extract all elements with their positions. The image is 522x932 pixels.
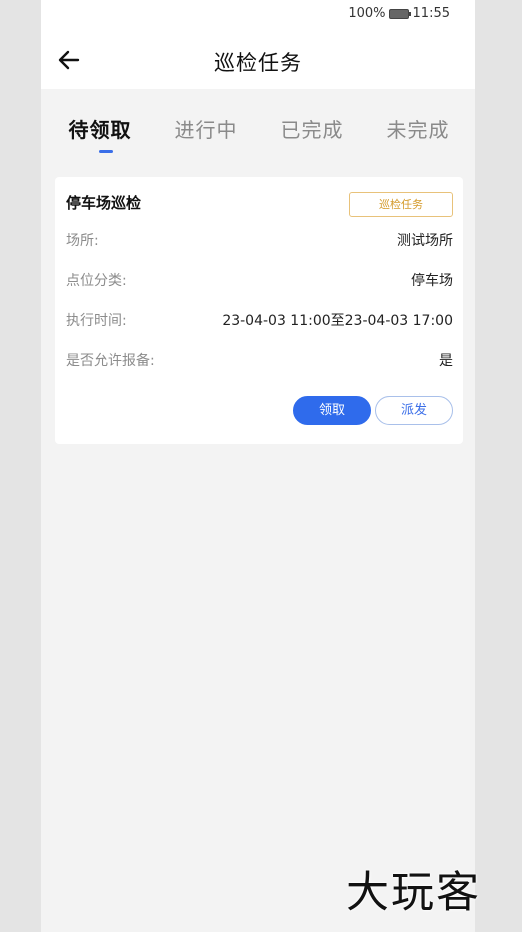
field-label: 是否允许报备: — [66, 353, 155, 369]
field-point-category: 点位分类: 停车场 — [66, 270, 453, 290]
battery-icon — [388, 8, 411, 19]
field-label: 执行时间: — [66, 313, 127, 329]
tab-label: 已完成 — [280, 118, 344, 142]
app-bar: 巡检任务 — [41, 30, 475, 89]
status-indicators: 100% 11:55 — [348, 6, 450, 21]
task-type-badge: 巡检任务 — [349, 192, 453, 217]
tab-label: 待领取 — [68, 118, 132, 142]
battery-percent: 100% — [348, 6, 386, 21]
claim-button[interactable]: 领取 — [293, 396, 371, 425]
task-title: 停车场巡检 — [66, 194, 142, 212]
tab-incomplete[interactable]: 未完成 — [365, 90, 471, 160]
field-value: 是 — [439, 353, 453, 369]
field-label: 场所: — [66, 233, 99, 249]
tab-label: 未完成 — [386, 118, 450, 142]
status-bar: 100% 11:55 — [41, 0, 475, 30]
field-value: 23-04-03 11:00至23-04-03 17:00 — [222, 313, 453, 329]
field-value: 停车场 — [411, 273, 453, 289]
phone-screen: 100% 11:55 巡检任务 待领取 进行中 已完成 未完成 停车场巡检 巡检… — [41, 0, 475, 932]
status-tabs: 待领取 进行中 已完成 未完成 — [41, 90, 475, 160]
task-card[interactable]: 停车场巡检 巡检任务 场所: 测试场所 点位分类: 停车场 执行时间: 23-0… — [55, 177, 463, 444]
page-title: 巡检任务 — [214, 51, 302, 75]
field-label: 点位分类: — [66, 273, 127, 289]
active-tab-indicator — [99, 150, 113, 153]
watermark-logo: 大玩客 — [346, 868, 481, 918]
field-location: 场所: 测试场所 — [66, 230, 453, 250]
tab-label: 进行中 — [174, 118, 238, 142]
field-execution-time: 执行时间: 23-04-03 11:00至23-04-03 17:00 — [66, 310, 453, 330]
tab-completed[interactable]: 已完成 — [259, 90, 365, 160]
field-value: 测试场所 — [397, 233, 453, 249]
tab-pending[interactable]: 待领取 — [47, 90, 153, 160]
clock: 11:55 — [412, 6, 450, 21]
dispatch-button[interactable]: 派发 — [375, 396, 453, 425]
tab-in-progress[interactable]: 进行中 — [153, 90, 259, 160]
field-allow-report: 是否允许报备: 是 — [66, 350, 453, 370]
